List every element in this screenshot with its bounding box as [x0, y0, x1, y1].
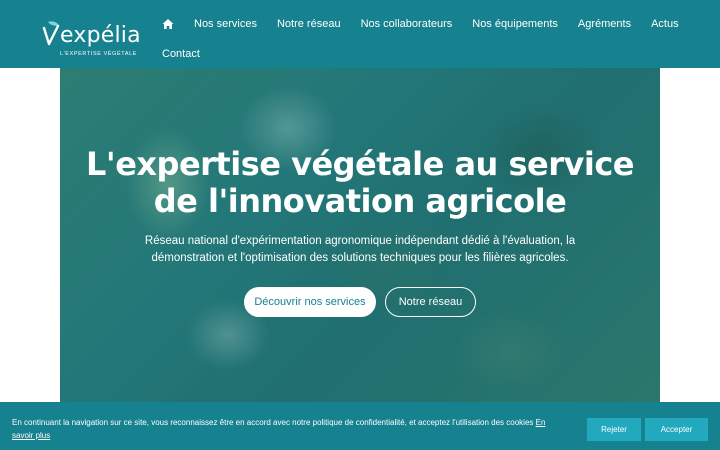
- brand-name: expélia: [60, 23, 141, 48]
- main-nav: Nos services Notre réseau Nos collaborat…: [152, 14, 689, 34]
- home-icon: [162, 19, 174, 30]
- discover-services-button[interactable]: Découvrir nos services: [244, 287, 376, 317]
- hero-banner: L'expertise végétale au service de l'inn…: [60, 68, 660, 402]
- brand-logo[interactable]: expélia L'EXPERTISE VÉGÉTALE: [40, 18, 141, 60]
- nav-home[interactable]: [152, 14, 184, 34]
- our-network-button[interactable]: Notre réseau: [385, 287, 476, 317]
- cookie-accept-button[interactable]: Accepter: [645, 418, 708, 441]
- hero-subtitle: Réseau national d'expérimentation agrono…: [144, 235, 576, 264]
- nav-item-reseau[interactable]: Notre réseau: [267, 14, 351, 34]
- nav-item-collaborateurs[interactable]: Nos collaborateurs: [351, 14, 463, 34]
- nav-item-actus[interactable]: Actus: [641, 14, 689, 34]
- hero-title: L'expertise végétale au service de l'inn…: [86, 145, 635, 220]
- site-header: expélia L'EXPERTISE VÉGÉTALE Nos service…: [0, 0, 720, 68]
- cookie-text-block: En continuant la navigation sur ce site,…: [12, 417, 552, 442]
- brand-tagline: L'EXPERTISE VÉGÉTALE: [60, 51, 138, 57]
- nav-item-equipements[interactable]: Nos équipements: [462, 14, 568, 34]
- nav-item-agrements[interactable]: Agréments: [568, 14, 641, 34]
- cookie-message: En continuant la navigation sur ce site,…: [12, 418, 534, 427]
- nav-item-contact[interactable]: Contact: [152, 44, 210, 64]
- cookie-reject-button[interactable]: Rejeter: [587, 418, 641, 441]
- nav-item-services[interactable]: Nos services: [184, 14, 267, 34]
- cookie-banner: En continuant la navigation sur ce site,…: [0, 402, 720, 450]
- main-nav-second-row: Contact: [152, 44, 210, 64]
